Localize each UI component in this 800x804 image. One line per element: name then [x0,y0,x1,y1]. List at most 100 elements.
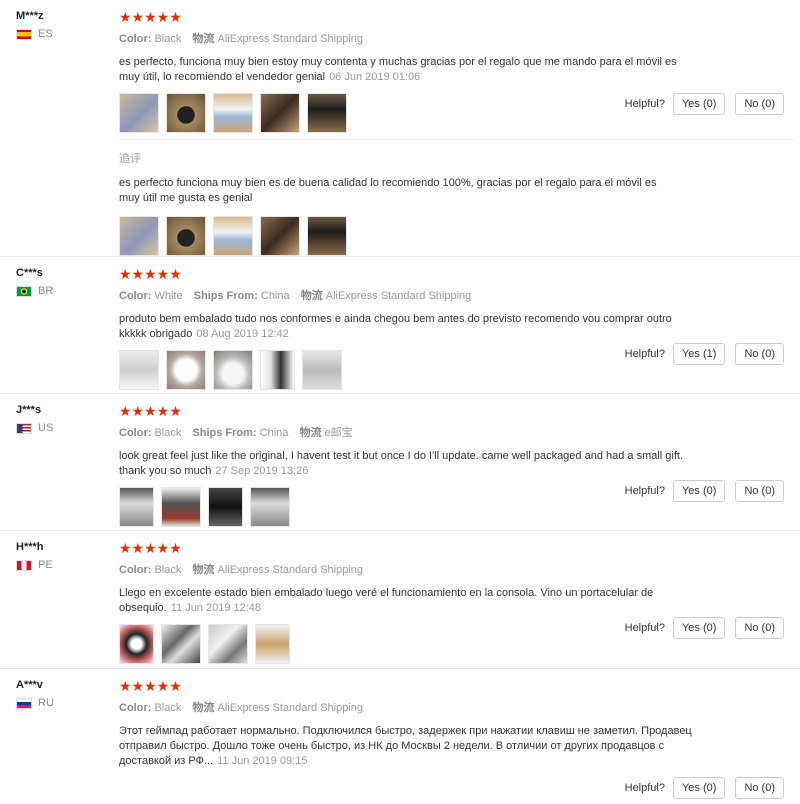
review-photo[interactable] [213,350,253,390]
review-photo[interactable] [307,93,347,133]
review-photos [119,624,709,664]
review-photo[interactable] [119,624,154,664]
review-photos [119,350,709,390]
review-photo[interactable] [260,216,300,256]
helpful-no-button[interactable]: No (0) [735,93,784,115]
reviewer-info: A***v RU [16,679,106,709]
review-photo[interactable] [161,487,201,527]
reviewer-country: US [16,422,106,434]
helpful-yes-button[interactable]: Yes (0) [672,480,726,502]
helpful-feedback: Helpful? Yes (0) No (0) [625,93,784,115]
review-meta: Color: Black 物流 AliExpress Standard Ship… [119,699,709,715]
helpful-label: Helpful? [624,98,665,110]
color-value: Black [154,702,182,714]
helpful-feedback: Helpful? Yes (0) No (0) [625,480,784,502]
reviewer-country: PE [16,559,106,571]
review-photo[interactable] [166,216,206,256]
review-photo[interactable] [119,487,154,527]
star-rating: ★★★★★ [119,9,182,25]
reviewer-info: H***h PE [16,541,106,571]
helpful-label: Helpful? [624,782,665,794]
review-photo[interactable] [250,487,290,527]
review-date: 06 Jun 2019 01:06 [329,71,421,83]
logistics-value: AliExpress Standard Shipping [217,564,364,576]
color-label: Color: [119,702,152,714]
review-photo[interactable] [302,350,342,390]
star-rating: ★★★★★ [119,540,182,556]
helpful-no-button[interactable]: No (0) [735,480,784,502]
review-body: Этот геймпад работает нормально. Подключ… [119,725,692,767]
reviewer-name: A***v [16,679,43,691]
review-content: ★★★★★ Color: Black 物流 AliExpress Standar… [119,541,709,664]
color-label: Color: [119,33,152,45]
color-label: Color: [119,290,152,302]
review-photo[interactable] [260,350,295,390]
star-rating: ★★★★★ [119,266,182,282]
review-photo[interactable] [307,216,347,256]
helpful-yes-button[interactable]: Yes (0) [672,777,726,799]
helpful-no-button[interactable]: No (0) [735,617,784,639]
additional-review-photos [119,216,709,256]
review-item: J***s US ★★★★★ Color: Black Ships From: … [0,394,800,531]
star-rating: ★★★★★ [119,678,182,694]
review-photo[interactable] [119,93,159,133]
review-meta: Color: White Ships From: China 物流 AliExp… [119,287,709,303]
helpful-feedback: Helpful? Yes (1) No (0) [625,343,784,365]
review-photo[interactable] [166,350,206,390]
review-photo[interactable] [119,216,159,256]
helpful-feedback: Helpful? Yes (0) No (0) [625,617,784,639]
review-body: look great feel just like the original, … [119,450,684,477]
review-photo[interactable] [213,93,253,133]
color-value: Black [154,564,182,576]
review-photo[interactable] [260,93,300,133]
review-text: Llego en excelente estado bien embalado … [119,586,679,616]
color-label: Color: [119,427,152,439]
review-photo[interactable] [208,624,248,664]
reviewer-country: RU [16,697,106,709]
review-item: M***z ES ★★★★★ Color: Black 物流 AliExpres… [0,0,800,257]
helpful-label: Helpful? [624,622,665,634]
peru-flag-icon [16,559,32,571]
logistics-label: 物流 [299,427,322,439]
helpful-feedback: Helpful? Yes (0) No (0) [625,777,784,799]
review-text: produto bem embalado tudo nos conformes … [119,312,699,342]
reviewer-country: BR [16,285,106,297]
review-photo[interactable] [119,350,159,390]
review-photos [119,93,709,133]
review-photo[interactable] [213,216,253,256]
review-photo[interactable] [208,487,243,527]
color-value: Black [154,427,182,439]
helpful-yes-button[interactable]: Yes (0) [672,617,726,639]
country-code: PE [38,559,53,571]
country-code: BR [38,285,54,297]
additional-review: 追评 es perfecto funciona muy bien es de b… [119,150,709,256]
helpful-no-button[interactable]: No (0) [735,777,784,799]
helpful-no-button[interactable]: No (0) [735,343,784,365]
color-value: White [154,290,183,302]
logistics-value: e邮宝 [324,427,353,439]
additional-review-label: 追评 [119,153,141,165]
logistics-value: AliExpress Standard Shipping [217,702,364,714]
logistics-value: AliExpress Standard Shipping [325,290,472,302]
reviewer-name: M***z [16,10,44,22]
review-photo[interactable] [161,624,201,664]
review-meta: Color: Black Ships From: China 物流 e邮宝 [119,424,709,440]
helpful-yes-button[interactable]: Yes (0) [672,93,726,115]
logistics-value: AliExpress Standard Shipping [217,33,364,45]
review-photo[interactable] [255,624,290,664]
color-label: Color: [119,564,152,576]
russia-flag-icon [16,697,32,709]
helpful-label: Helpful? [624,348,665,360]
logistics-label: 物流 [300,290,323,302]
reviewer-name: C***s [16,267,43,279]
helpful-yes-button[interactable]: Yes (1) [672,343,726,365]
reviewer-info: J***s US [16,404,106,434]
review-content: ★★★★★ Color: Black 物流 AliExpress Standar… [119,10,709,133]
divider [119,139,794,140]
reviewer-name: H***h [16,541,44,553]
review-item: C***s BR ★★★★★ Color: White Ships From: … [0,257,800,394]
usa-flag-icon [16,422,32,434]
logistics-label: 物流 [192,564,215,576]
review-photo[interactable] [166,93,206,133]
review-photos [119,487,709,527]
